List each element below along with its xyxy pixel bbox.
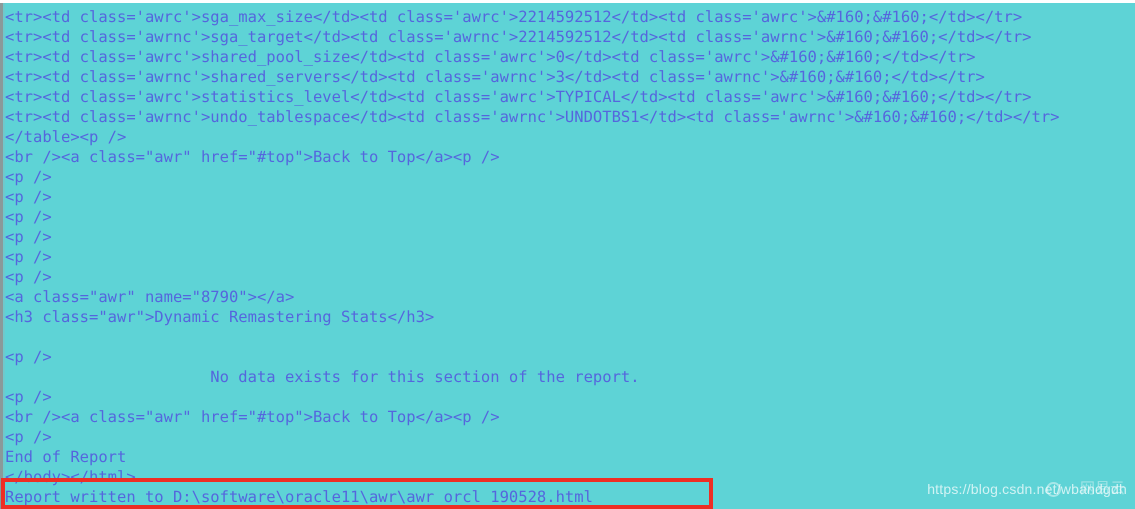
console-line: <p /> bbox=[5, 228, 52, 246]
console-line-end-of-report: End of Report bbox=[5, 448, 127, 466]
console-line-report-written-path: Report written to D:\software\oracle11\a… bbox=[5, 488, 593, 506]
console-line-back-to-top: <br /><a class="awr" href="#top">Back to… bbox=[5, 148, 500, 166]
watermark-overlay-text: 网易云 bbox=[1079, 479, 1125, 497]
console-line-anchor: <a class="awr" name="8790"></a> bbox=[5, 288, 295, 306]
console-line: <p /> bbox=[5, 268, 52, 286]
console-line: <tr><td class='awrc'>sga_max_size</td><t… bbox=[5, 8, 1023, 26]
console-output-area[interactable]: <tr><td class='awrc'>sga_max_size</td><t… bbox=[5, 3, 1135, 509]
console-line: <p /> bbox=[5, 348, 52, 366]
console-line: <p /> bbox=[5, 188, 52, 206]
console-line-no-data-message: No data exists for this section of the r… bbox=[5, 368, 640, 386]
console-line: <p /> bbox=[5, 208, 52, 226]
console-line: <p /> bbox=[5, 428, 52, 446]
terminal-window[interactable]: <tr><td class='awrc'>sga_max_size</td><t… bbox=[0, 0, 1135, 509]
console-line: <p /> bbox=[5, 388, 52, 406]
console-line: <tr><td class='awrc'>statistics_level</t… bbox=[5, 88, 1032, 106]
console-line: </table><p /> bbox=[5, 128, 127, 146]
console-line: <p /> bbox=[5, 168, 52, 186]
console-line: <p /> bbox=[5, 248, 52, 266]
console-line: <tr><td class='awrnc'>shared_servers</td… bbox=[5, 68, 985, 86]
console-line-html-close: </body></html> bbox=[5, 468, 136, 486]
console-line: <tr><td class='awrnc'>sga_target</td><td… bbox=[5, 28, 1032, 46]
console-line-back-to-top: <br /><a class="awr" href="#top">Back to… bbox=[5, 408, 500, 426]
console-line-section-heading: <h3 class="awr">Dynamic Remastering Stat… bbox=[5, 308, 435, 326]
console-line: <tr><td class='awrnc'>undo_tablespace</t… bbox=[5, 108, 1060, 126]
console-line: <tr><td class='awrc'>shared_pool_size</t… bbox=[5, 48, 976, 66]
